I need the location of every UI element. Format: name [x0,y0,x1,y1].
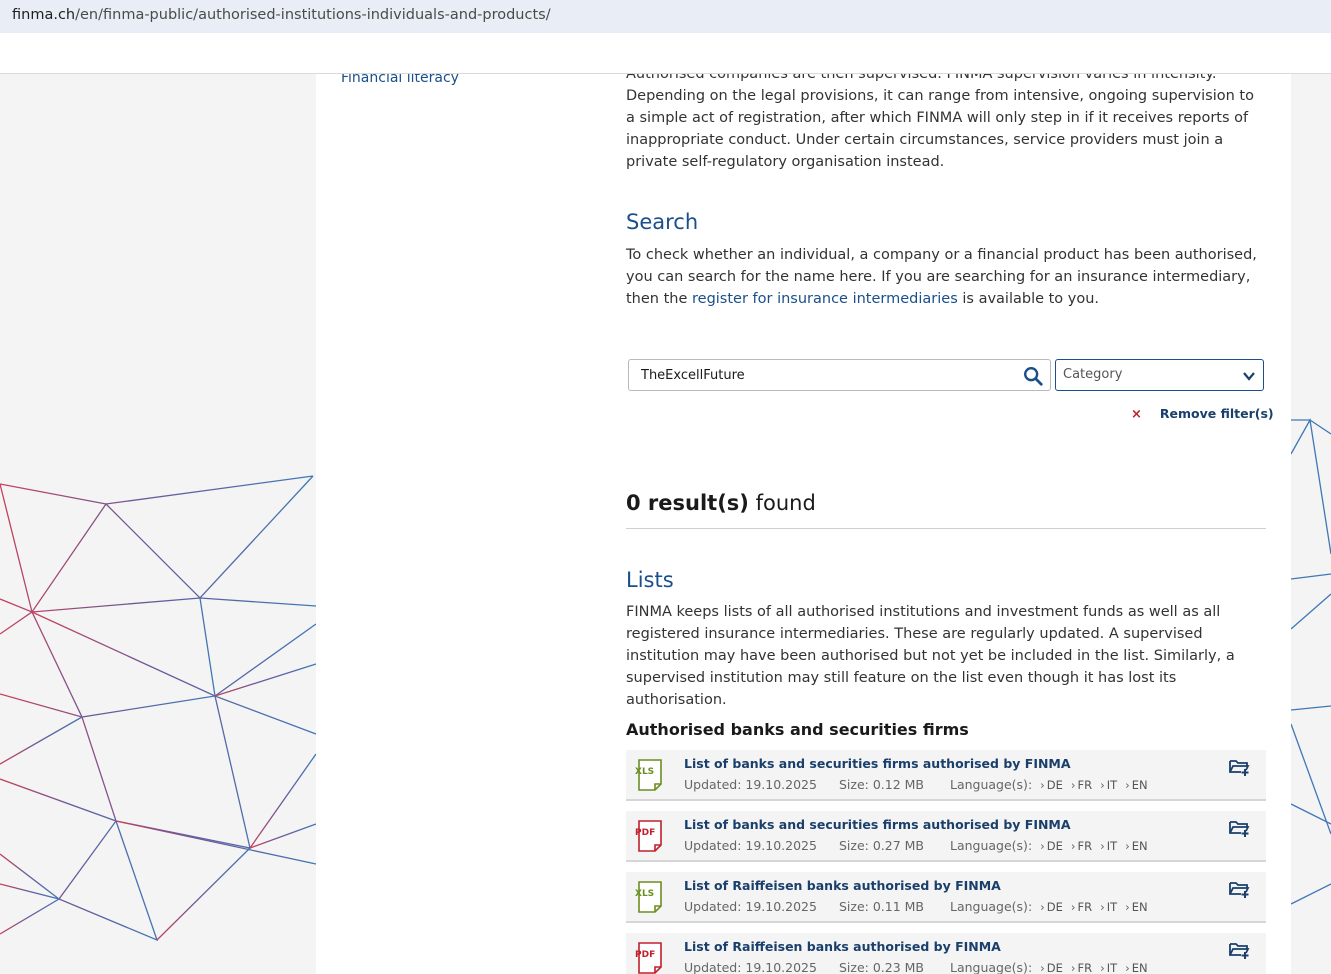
main-content-panel: Financial literacy Authorised companies … [316,74,1291,974]
document-link[interactable]: List of Raiffeisen banks authorised by F… [684,878,1001,893]
lang-link-fr[interactable]: FR [1071,839,1092,853]
file-size: Size: 0.23 MB [838,960,924,974]
svg-text:PDF: PDF [635,950,655,960]
lists-description: FINMA keeps lists of all authorised inst… [626,604,1235,708]
remove-filter-label: Remove filter(s) [1159,406,1274,421]
xls-file-icon: XLS [635,759,662,791]
folder-plus-icon[interactable] [1228,757,1250,777]
file-size: Size: 0.11 MB [838,899,924,914]
lang-link-de[interactable]: DE [1040,839,1063,853]
category-label: Category [1063,367,1123,382]
search-heading: Search [626,210,699,234]
intro-rest: on the legal provisions, it can range fr… [626,88,1254,170]
list-item: XLS List of banks and securities firms a… [626,750,1266,801]
updated-date: Updated: 19.10.2025 [684,838,817,853]
pdf-file-icon: PDF [635,942,662,974]
chevron-down-icon [1243,372,1255,381]
remove-filter-button[interactable]: × Remove filter(s) [1131,406,1274,422]
document-link[interactable]: List of banks and securities firms autho… [684,817,1071,832]
list-item: XLS List of Raiffeisen banks authorised … [626,872,1266,923]
lang-link-fr[interactable]: FR [1071,778,1092,792]
updated-date: Updated: 19.10.2025 [684,899,817,914]
languages-label: Language(s): [949,777,1033,792]
lang-link-fr[interactable]: FR [1071,961,1092,974]
browser-toolbar [0,33,1331,74]
lang-link-it[interactable]: IT [1100,839,1117,853]
document-link[interactable]: List of Raiffeisen banks authorised by F… [684,939,1001,954]
pdf-file-icon: PDF [635,820,662,852]
lang-link-de[interactable]: DE [1040,900,1063,914]
folder-plus-icon[interactable] [1228,879,1250,899]
svg-text:XLS: XLS [635,767,654,777]
lang-link-it[interactable]: IT [1100,900,1117,914]
search-input[interactable] [629,360,1009,390]
document-meta: Updated: 19.10.2025 Size: 0.11 MB Language… [684,899,1148,914]
results-number: 0 result(s) [626,491,749,515]
results-count: 0 result(s) found [626,491,816,515]
lang-link-it[interactable]: IT [1100,778,1117,792]
folder-plus-icon[interactable] [1228,940,1250,960]
file-size: Size: 0.27 MB [838,838,924,853]
search-text-after: is available to you. [957,291,1100,307]
sidebar-link-financial-literacy[interactable]: Financial literacy [341,74,459,86]
results-suffix: found [748,491,816,515]
search-icon[interactable] [1022,365,1044,387]
xls-file-icon: XLS [635,881,662,913]
file-size: Size: 0.12 MB [838,777,924,792]
close-icon: × [1131,407,1142,422]
category-select[interactable]: Category [1055,359,1264,391]
languages-label: Language(s): [949,960,1033,974]
lang-link-it[interactable]: IT [1100,961,1117,974]
languages-label: Language(s): [949,838,1033,853]
updated-date: Updated: 19.10.2025 [684,777,817,792]
svg-text:XLS: XLS [635,889,654,899]
url-host: finma.ch [12,7,76,23]
lang-link-de[interactable]: DE [1040,961,1063,974]
svg-text:PDF: PDF [635,828,655,838]
banks-subheading: Authorised banks and securities firms [626,720,969,739]
list-item: PDF List of banks and securities firms a… [626,811,1266,862]
languages-label: Language(s): [949,899,1033,914]
url-path: /en/finma-public/authorised-institutions… [75,7,551,23]
document-meta: Updated: 19.10.2025 Size: 0.12 MB Language… [684,777,1148,792]
folder-plus-icon[interactable] [1228,818,1250,838]
intro-paragraph: Authorised companies are then supervised… [626,74,1266,173]
insurance-register-link[interactable]: register for insurance intermediaries [692,291,958,307]
lang-link-fr[interactable]: FR [1071,900,1092,914]
lang-link-en[interactable]: EN [1125,900,1147,914]
document-meta: Updated: 19.10.2025 Size: 0.27 MB Language… [684,838,1148,853]
lang-link-en[interactable]: EN [1125,961,1147,974]
updated-date: Updated: 19.10.2025 [684,960,817,974]
lists-heading: Lists [626,568,674,592]
divider [626,528,1266,529]
address-bar[interactable]: finma.ch/en/finma-public/authorised-inst… [0,0,1331,33]
search-field[interactable] [628,359,1051,391]
document-link[interactable]: List of banks and securities firms autho… [684,756,1071,771]
lang-link-en[interactable]: EN [1125,839,1147,853]
search-description: To check whether an individual, a compan… [626,244,1266,310]
list-item: PDF List of Raiffeisen banks authorised … [626,933,1266,974]
lang-link-de[interactable]: DE [1040,778,1063,792]
document-meta: Updated: 19.10.2025 Size: 0.23 MB Language… [684,960,1148,974]
lang-link-en[interactable]: EN [1125,778,1147,792]
